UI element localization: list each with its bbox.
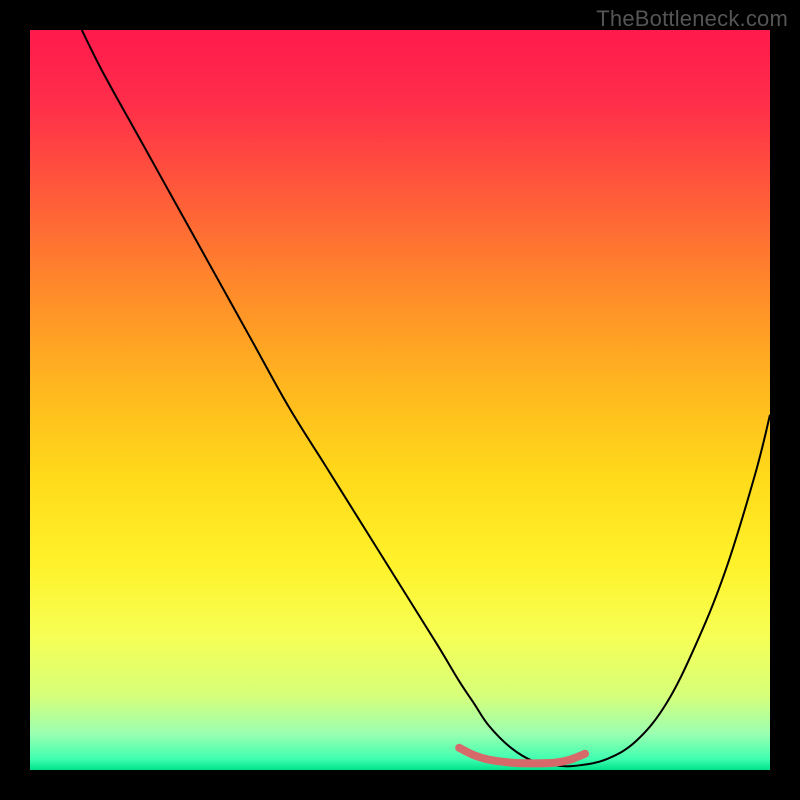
curve-layer [30, 30, 770, 770]
chart-frame: TheBottleneck.com [0, 0, 800, 800]
watermark-text: TheBottleneck.com [596, 6, 788, 32]
plot-area [30, 30, 770, 770]
bottleneck-curve [82, 30, 770, 766]
